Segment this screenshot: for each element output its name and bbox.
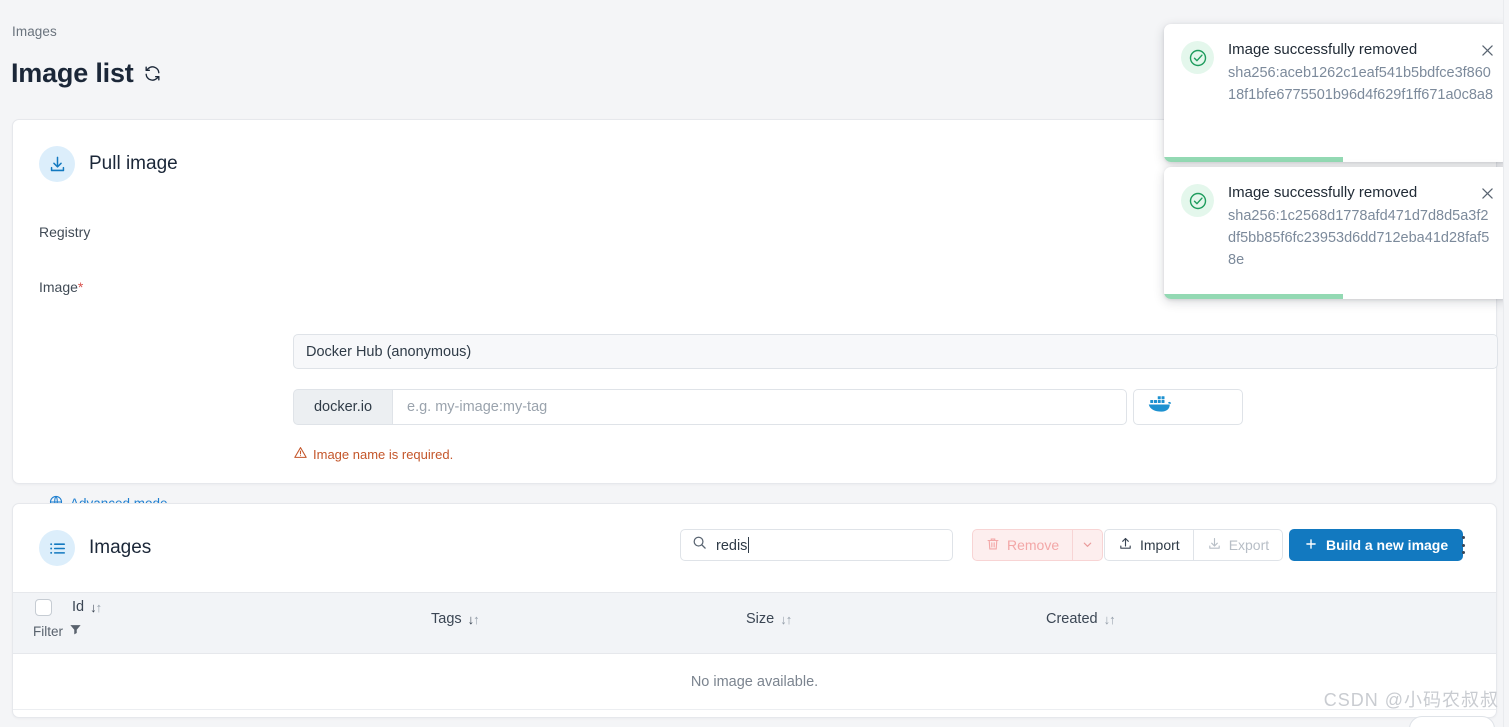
import-button[interactable]: Import <box>1104 529 1194 561</box>
plus-icon <box>1304 537 1318 554</box>
toast-detail: sha256:aceb1262c1eaf541b5bdfce3f86018f1b… <box>1228 65 1494 103</box>
check-circle-icon <box>1181 184 1214 217</box>
image-input-group: docker.io <box>293 389 1127 425</box>
toast-notification: Image successfully removed sha256:1c2568… <box>1164 167 1509 299</box>
sort-icon: ↓↑ <box>1103 611 1116 627</box>
column-header-id-label: Id <box>72 599 85 615</box>
chevron-down-icon <box>1082 537 1093 553</box>
import-button-label: Import <box>1140 537 1180 553</box>
image-name-error: Image name is required. <box>294 446 453 462</box>
remove-button-label: Remove <box>1007 537 1060 553</box>
empty-state-message: No image available. <box>690 673 819 690</box>
build-new-image-label: Build a new image <box>1326 537 1449 553</box>
toast-notification: Image successfully removed sha256:aceb12… <box>1164 24 1509 162</box>
select-all-checkbox[interactable] <box>35 599 52 616</box>
column-header-created[interactable]: Created ↓↑ <box>1046 611 1116 627</box>
column-header-size[interactable]: Size ↓↑ <box>746 611 792 627</box>
search-input[interactable]: redis <box>680 529 953 561</box>
toast-detail: sha256:1c2568d1778afd471d7d8d5a3f2df5bb8… <box>1228 208 1490 268</box>
images-page: Images Image list Pull image Registry Do… <box>0 0 1509 727</box>
sort-icon: ↓↑ <box>90 599 102 615</box>
import-export-group: Import Export <box>1104 529 1284 561</box>
images-list-title: Images <box>89 537 152 558</box>
toast-body: Image successfully removed sha256:aceb12… <box>1164 24 1509 106</box>
image-name-input[interactable] <box>392 389 1127 425</box>
remove-button[interactable]: Remove <box>972 529 1074 561</box>
export-button[interactable]: Export <box>1193 529 1284 561</box>
column-header-tags[interactable]: Tags ↓↑ <box>431 611 480 627</box>
export-button-label: Export <box>1228 537 1270 553</box>
search-icon <box>692 535 707 555</box>
toast-title: Image successfully removed <box>1228 184 1418 201</box>
toast-content: Image successfully removed sha256:aceb12… <box>1228 41 1495 106</box>
page-title-text: Image list <box>11 58 134 88</box>
trash-icon <box>986 537 1000 554</box>
remove-button-group: Remove <box>972 529 1104 561</box>
column-header-created-label: Created <box>1046 611 1098 627</box>
docker-registry-button[interactable] <box>1133 389 1243 425</box>
download-icon <box>39 146 75 182</box>
toast-body: Image successfully removed sha256:1c2568… <box>1164 167 1509 271</box>
toast-content: Image successfully removed sha256:1c2568… <box>1228 184 1495 271</box>
build-new-image-button[interactable]: Build a new image <box>1289 529 1464 561</box>
empty-state-row: No image available. <box>13 654 1496 710</box>
docker-whale-icon <box>1148 395 1172 419</box>
text-cursor <box>748 536 750 553</box>
search-input-value: redis <box>716 536 750 554</box>
check-circle-icon <box>1181 41 1214 74</box>
sort-icon: ↓↑ <box>467 611 480 627</box>
toast-progress-bar <box>1164 294 1344 299</box>
bottom-partial-control[interactable] <box>1409 716 1495 727</box>
breadcrumb[interactable]: Images <box>12 24 57 39</box>
image-label: Image* <box>39 279 83 295</box>
image-registry-prefix: docker.io <box>293 389 392 425</box>
refresh-icon[interactable] <box>143 64 162 83</box>
kebab-menu-icon[interactable] <box>1455 533 1471 557</box>
registry-select[interactable]: Docker Hub (anonymous) <box>293 334 1498 369</box>
sort-icon: ↓↑ <box>780 611 792 627</box>
column-header-size-label: Size <box>746 611 775 627</box>
toast-title: Image successfully removed <box>1228 41 1418 58</box>
image-name-error-text: Image name is required. <box>313 446 454 462</box>
registry-label: Registry <box>39 224 91 240</box>
close-icon[interactable] <box>1479 185 1497 203</box>
required-asterisk: * <box>77 279 84 295</box>
remove-dropdown-toggle[interactable] <box>1073 529 1104 561</box>
filter-toggle[interactable]: Filter <box>33 623 82 639</box>
upload-icon <box>1118 536 1133 554</box>
funnel-icon <box>69 623 82 639</box>
image-label-text: Image <box>39 279 78 295</box>
page-title: Image list <box>11 58 162 89</box>
list-icon <box>39 530 75 566</box>
warning-triangle-icon <box>294 446 307 462</box>
toast-progress-bar <box>1164 157 1344 162</box>
images-table-header: Id ↓↑ Filter Tags ↓↑ Size ↓↑ Created ↓↑ <box>13 592 1496 654</box>
download-icon <box>1207 536 1222 554</box>
column-header-id[interactable]: Id ↓↑ <box>72 599 102 615</box>
close-icon[interactable] <box>1479 42 1497 60</box>
registry-select-value: Docker Hub (anonymous) <box>306 343 472 360</box>
pull-image-title: Pull image <box>89 153 178 174</box>
column-header-tags-label: Tags <box>431 611 462 627</box>
filter-label: Filter <box>33 623 63 639</box>
right-edge-rail <box>1503 0 1509 727</box>
